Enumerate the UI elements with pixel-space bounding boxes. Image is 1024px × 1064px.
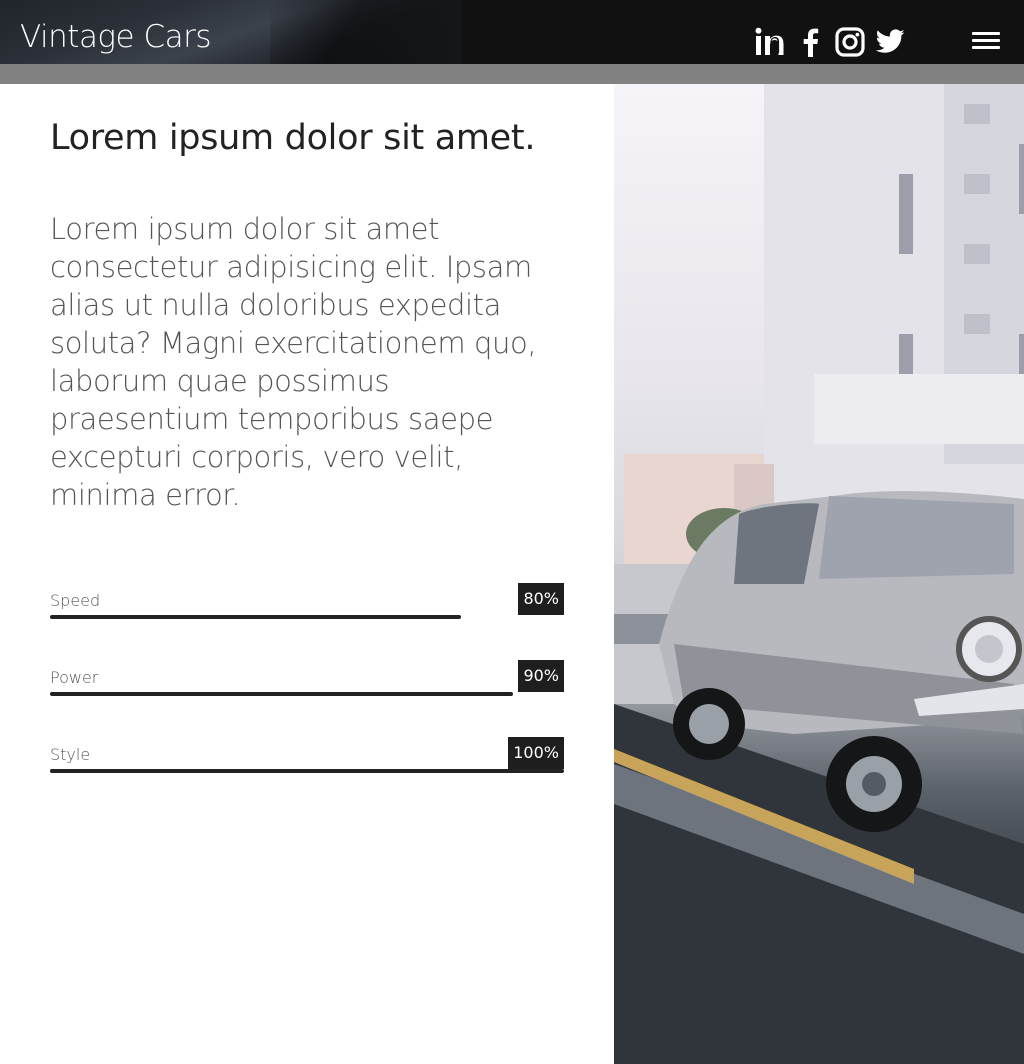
skill-progress-track	[50, 769, 564, 773]
skill-progress-track	[50, 692, 564, 696]
brand-logo[interactable]: Vintage Cars	[20, 22, 212, 53]
skill-label: Speed	[50, 591, 101, 610]
skill-progress-track	[50, 615, 564, 619]
vintage-car-photo	[614, 84, 1024, 1064]
skill-speed: Speed 80%	[50, 583, 564, 623]
skill-progress-bar	[50, 769, 564, 773]
skill-value-badge: 90%	[518, 660, 564, 692]
page-title: Lorem ipsum dolor sit amet.	[50, 118, 536, 158]
skill-label: Style	[50, 745, 91, 764]
skill-value-badge: 100%	[508, 737, 564, 769]
linkedin-icon[interactable]	[754, 26, 786, 58]
facebook-icon[interactable]	[798, 26, 822, 58]
header-divider-strip	[0, 64, 1024, 84]
skill-value-badge: 80%	[518, 583, 564, 615]
skill-progress-bar	[50, 615, 462, 619]
skill-style: Style 100%	[50, 737, 564, 777]
skill-power: Power 90%	[50, 660, 564, 700]
intro-section: Lorem ipsum dolor sit amet. Lorem ipsum …	[50, 118, 570, 512]
skill-label: Power	[50, 668, 99, 687]
skill-progress-bar	[50, 692, 513, 696]
instagram-icon[interactable]	[834, 26, 866, 58]
twitter-icon[interactable]	[874, 26, 906, 58]
hamburger-menu-icon[interactable]	[972, 32, 1002, 54]
intro-paragraph: Lorem ipsum dolor sit amet consectetur a…	[50, 212, 537, 512]
top-navbar: Vintage Cars	[0, 0, 1024, 64]
